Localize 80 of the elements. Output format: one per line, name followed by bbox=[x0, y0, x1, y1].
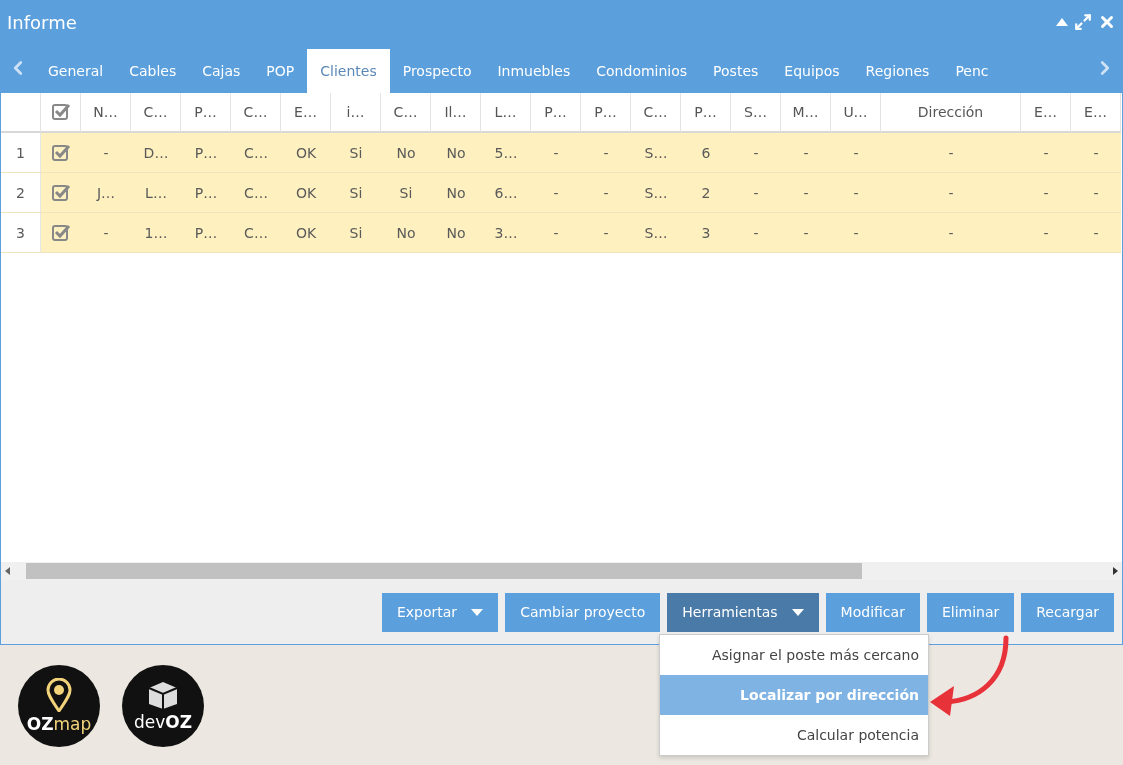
menu-item[interactable]: Asignar el poste más cercano bbox=[660, 635, 928, 675]
table-cell: - bbox=[81, 133, 131, 173]
table-cell: S… bbox=[631, 213, 681, 253]
table-cell: OK bbox=[281, 213, 331, 253]
table-cell: Si bbox=[331, 133, 381, 173]
table-cell: - bbox=[1021, 133, 1071, 173]
pin-icon bbox=[46, 678, 72, 712]
row-number: 1 bbox=[1, 133, 41, 173]
table-cell: No bbox=[381, 213, 431, 253]
table-cell: 2 bbox=[681, 173, 731, 213]
table-cell: - bbox=[831, 133, 881, 173]
table-cell: P… bbox=[181, 173, 231, 213]
table-cell: J… bbox=[81, 173, 131, 213]
toolbar-button[interactable]: Herramientas bbox=[667, 592, 819, 632]
logo-text: devOZ bbox=[133, 712, 193, 732]
table-cell: C… bbox=[231, 213, 281, 253]
table-cell: No bbox=[431, 173, 481, 213]
table-cell: - bbox=[781, 213, 831, 253]
table-cell: Si bbox=[331, 173, 381, 213]
table-cell: - bbox=[1071, 133, 1121, 173]
table-cell: - bbox=[81, 213, 131, 253]
table-cell: OK bbox=[281, 133, 331, 173]
table-cell: - bbox=[731, 213, 781, 253]
table-cell: - bbox=[581, 213, 631, 253]
table-cell: - bbox=[531, 173, 581, 213]
checkbox-icon[interactable] bbox=[51, 222, 71, 243]
table-cell: - bbox=[781, 173, 831, 213]
table-cell: P… bbox=[181, 133, 231, 173]
checkbox-icon[interactable] bbox=[51, 142, 71, 163]
table-cell: No bbox=[431, 133, 481, 173]
table-cell: D… bbox=[131, 133, 181, 173]
collapse-icon[interactable] bbox=[1056, 18, 1068, 26]
menu-item[interactable]: Calcular potencia bbox=[660, 715, 928, 755]
table-cell: - bbox=[531, 133, 581, 173]
table-cell: - bbox=[731, 173, 781, 213]
table-cell: 3… bbox=[481, 213, 531, 253]
tab[interactable]: Clientes bbox=[307, 49, 390, 93]
row-number: 2 bbox=[1, 173, 41, 213]
table-cell: C… bbox=[231, 173, 281, 213]
logo-text: OZmap bbox=[26, 714, 92, 734]
table-cell: No bbox=[381, 133, 431, 173]
table-cell: OK bbox=[281, 173, 331, 213]
table-cell: 1… bbox=[131, 213, 181, 253]
table-cell: - bbox=[581, 133, 631, 173]
table-cell: - bbox=[781, 133, 831, 173]
close-icon[interactable] bbox=[1098, 13, 1116, 31]
horizontal-scrollbar[interactable] bbox=[1, 562, 1122, 580]
maximize-icon[interactable] bbox=[1074, 13, 1092, 31]
box-icon bbox=[146, 680, 180, 710]
table-cell: No bbox=[431, 213, 481, 253]
table-cell: - bbox=[581, 173, 631, 213]
checkbox-icon[interactable] bbox=[50, 102, 71, 122]
table-cell: 3 bbox=[681, 213, 731, 253]
table-cell: - bbox=[1021, 213, 1071, 253]
table-cell: Si bbox=[331, 213, 381, 253]
table-cell: - bbox=[1071, 213, 1121, 253]
table-cell: Si bbox=[381, 173, 431, 213]
table-cell: - bbox=[731, 133, 781, 173]
table-cell: L… bbox=[131, 173, 181, 213]
table-cell: - bbox=[881, 213, 1021, 253]
table-cell: - bbox=[831, 213, 881, 253]
table-cell: - bbox=[531, 213, 581, 253]
table-cell: - bbox=[831, 173, 881, 213]
scroll-right-icon[interactable] bbox=[1113, 567, 1118, 575]
row-number: 3 bbox=[1, 213, 41, 253]
table-cell: S… bbox=[631, 173, 681, 213]
table-cell: 5… bbox=[481, 133, 531, 173]
window-title: Informe bbox=[7, 11, 78, 33]
table-cell: 6… bbox=[481, 173, 531, 213]
table-cell: C… bbox=[231, 133, 281, 173]
table-cell: - bbox=[881, 173, 1021, 213]
table-cell: - bbox=[1021, 173, 1071, 213]
table-cell: 6 bbox=[681, 133, 731, 173]
checkbox-icon[interactable] bbox=[51, 182, 71, 203]
scroll-left-icon[interactable] bbox=[5, 567, 10, 575]
scrollbar-thumb[interactable] bbox=[26, 563, 862, 579]
table-cell: S… bbox=[631, 133, 681, 173]
table-cell: - bbox=[881, 133, 1021, 173]
table-cell: - bbox=[1071, 173, 1121, 213]
table-cell: P… bbox=[181, 213, 231, 253]
